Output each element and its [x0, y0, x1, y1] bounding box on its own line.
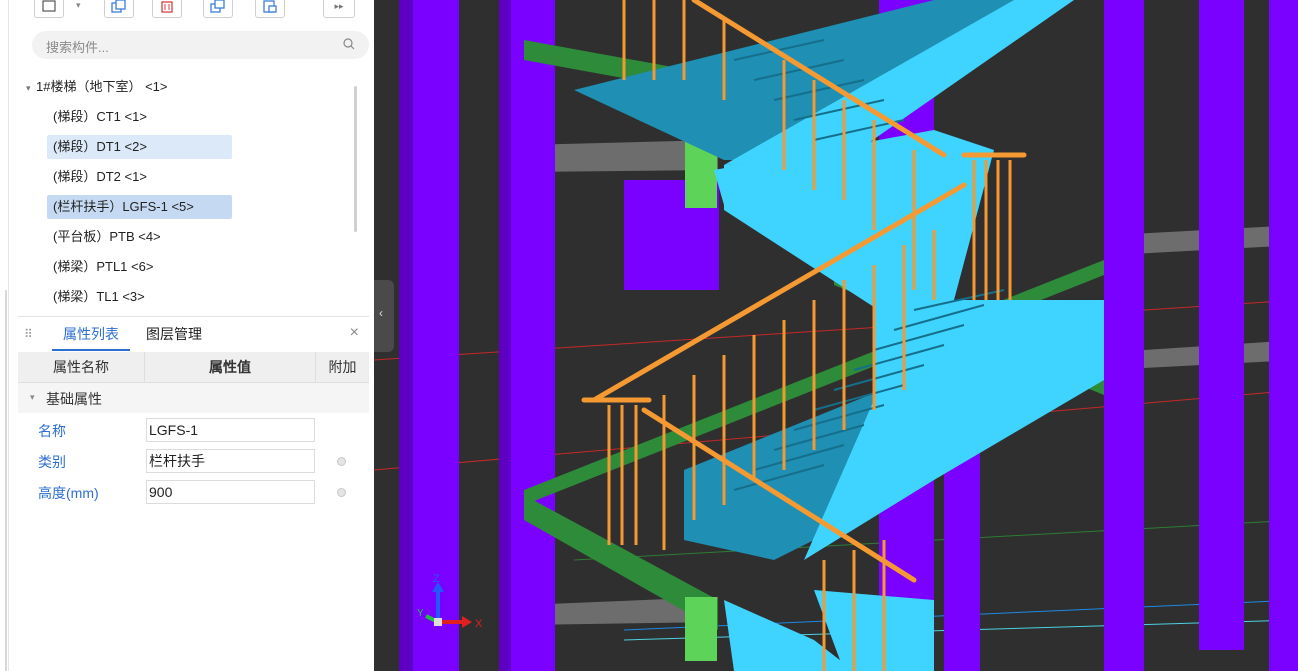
delete-button[interactable]	[152, 0, 182, 18]
tree-item-label: (梯段）DT2 <1>	[53, 169, 147, 184]
extra-checkbox[interactable]	[337, 457, 346, 466]
tree-item-label: (栏杆扶手）LGFS-1 <5>	[53, 199, 194, 214]
column-header-name: 属性名称	[18, 352, 145, 382]
search-input[interactable]: 搜索构件...	[32, 31, 369, 59]
paste-button[interactable]	[255, 0, 285, 18]
chevron-down-icon[interactable]: ▾	[76, 0, 86, 12]
property-row: 名称 LGFS-1	[18, 415, 369, 445]
left-gutter	[0, 0, 9, 671]
property-name: 名称	[38, 423, 66, 439]
drag-handle-icon[interactable]: ⠿	[24, 327, 33, 341]
tree-item[interactable]: (平台板）PTB <4>	[47, 225, 167, 249]
tree-root[interactable]: ▾ 1#楼梯（地下室） <1>	[26, 75, 168, 99]
axis-label-z: Z	[433, 573, 440, 585]
copy-floor-icon	[210, 0, 226, 13]
property-value-field[interactable]: 900	[146, 480, 315, 504]
axis-label-x: X	[475, 618, 483, 630]
property-name: 高度(mm)	[38, 485, 99, 501]
tree-item[interactable]: (梯段）DT2 <1>	[47, 165, 153, 189]
extra-checkbox[interactable]	[337, 488, 346, 497]
copy-button[interactable]	[104, 0, 134, 18]
axis-label-y: Y	[417, 608, 424, 619]
tree-item-label: (梯梁）PTL1 <6>	[53, 259, 154, 274]
tree-item[interactable]: (梯段）CT1 <1>	[47, 105, 153, 129]
more-button[interactable]: ▸▸	[323, 0, 355, 18]
copy-icon	[111, 0, 127, 13]
tree-item-label: (梯段）CT1 <1>	[53, 109, 147, 124]
3d-viewport[interactable]: Z X Y	[374, 0, 1298, 671]
property-row: 类别 栏杆扶手	[18, 446, 369, 476]
tree-item[interactable]: (梯梁）PTL1 <6>	[47, 255, 159, 279]
more-icon: ▸▸	[334, 0, 344, 11]
column-header-extra: 附加	[328, 359, 357, 375]
property-row: 高度(mm) 900	[18, 477, 369, 507]
tree-item-label: (梯段）DT1 <2>	[53, 139, 147, 154]
property-group-row[interactable]: ▾ 基础属性	[18, 383, 369, 413]
new-icon	[42, 0, 56, 12]
axis-gizmo: Z X Y	[417, 573, 483, 630]
column-header-value: 属性值	[145, 352, 316, 382]
new-component-button[interactable]	[34, 0, 64, 18]
close-icon[interactable]: ×	[350, 324, 359, 342]
tab-property-list[interactable]: 属性列表	[52, 317, 130, 351]
tab-layer-management[interactable]: 图层管理	[146, 317, 202, 351]
search-placeholder: 搜索构件...	[46, 40, 109, 55]
left-panel: ▾ ▸▸ 搜索构件... ▾ 1#楼梯（地下室） <1> (梯段）CT1 <1>…	[0, 0, 374, 671]
paste-icon	[262, 0, 278, 13]
search-icon	[343, 38, 355, 53]
tree-root-label: 1#楼梯（地下室） <1>	[36, 79, 168, 94]
chevron-left-icon: ‹	[379, 306, 383, 320]
property-grid-header: 属性名称 属性值 附加	[18, 352, 369, 383]
copy-floor-button[interactable]	[203, 0, 233, 18]
tree-item[interactable]: (栏杆扶手）LGFS-1 <5>	[47, 195, 232, 219]
tab-label: 属性列表	[63, 326, 119, 342]
property-value-field[interactable]: 栏杆扶手	[146, 449, 315, 473]
chevron-down-icon[interactable]: ▾	[30, 392, 35, 403]
tree-scrollbar[interactable]	[354, 86, 357, 232]
property-name: 类别	[38, 454, 66, 470]
tree-item-label: (梯梁）TL1 <3>	[53, 289, 145, 304]
chevron-down-icon[interactable]: ▾	[26, 76, 36, 100]
search-area: 搜索构件...	[18, 31, 369, 59]
property-group-label: 基础属性	[46, 391, 102, 407]
tree-item-label: (平台板）PTB <4>	[53, 229, 161, 244]
property-tabs: ⠿ 属性列表 图层管理 ×	[18, 316, 369, 354]
delete-icon	[160, 0, 174, 13]
tree-item[interactable]: (梯梁）TL1 <3>	[47, 285, 151, 309]
tab-label: 图层管理	[146, 326, 202, 342]
panel-collapse-handle[interactable]: ‹	[374, 280, 394, 352]
stair-3d-model	[374, 0, 1298, 671]
component-tree: ▾ 1#楼梯（地下室） <1> (梯段）CT1 <1> (梯段）DT1 <2> (…	[18, 72, 369, 308]
property-value-field[interactable]: LGFS-1	[146, 418, 315, 442]
component-toolbar: ▾ ▸▸	[18, 0, 369, 26]
tree-item[interactable]: (梯段）DT1 <2>	[47, 135, 232, 159]
gutter-scrollbar[interactable]	[5, 290, 7, 671]
